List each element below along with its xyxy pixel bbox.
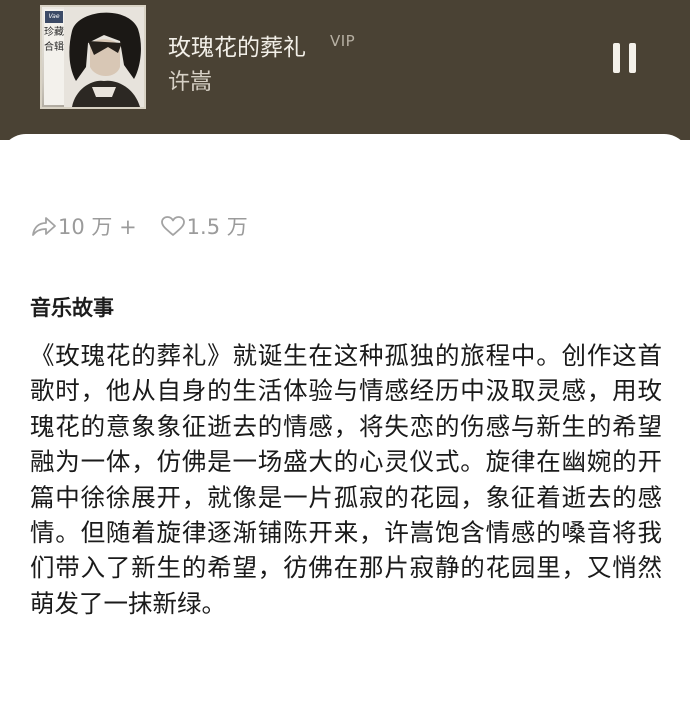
share-stat[interactable]: 10 万 + [30, 211, 137, 241]
song-title[interactable]: 玫瑰花的葬礼 [168, 28, 306, 62]
album-cover[interactable]: Vae 珍藏合辑 [40, 5, 146, 109]
pause-icon-bar [628, 43, 636, 73]
pause-icon [612, 43, 620, 73]
heart-icon [160, 216, 185, 236]
vip-badge: VIP [330, 32, 356, 50]
like-stat[interactable]: 1.5 万 [159, 211, 248, 241]
stats-row: 10 万 + 1.5 万 [30, 211, 248, 241]
like-count: 1.5 万 [186, 215, 248, 239]
share-icon [32, 217, 56, 236]
album-cover-stripe: Vae 珍藏合辑 [44, 9, 65, 105]
album-badge: Vae [45, 11, 63, 23]
story-text: 《玫瑰花的葬礼》就诞生在这种孤独的旅程中。创作这首歌时，他从自身的生活体验与情感… [30, 341, 662, 618]
artist-name[interactable]: 许嵩 [168, 64, 212, 96]
album-photo [64, 7, 144, 107]
section-heading: 音乐故事 [30, 296, 114, 320]
album-vertical-text: 珍藏合辑 [44, 27, 64, 53]
pause-button[interactable] [606, 40, 642, 76]
now-playing-bar[interactable]: Vae 珍藏合辑 玫瑰花的葬礼 VIP 许嵩 [0, 0, 690, 140]
share-count: 10 万 + [58, 215, 137, 239]
